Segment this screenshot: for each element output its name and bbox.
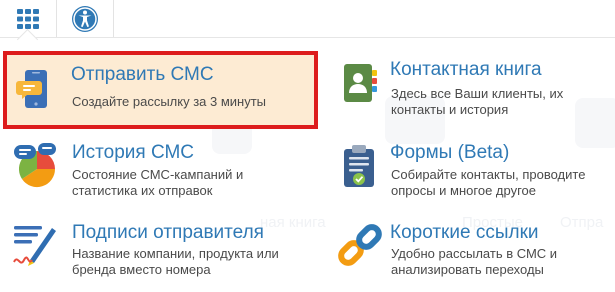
menu-item-description: Собирайте контакты, проводите опросы и м… [391,167,586,198]
apps-dropdown-panel: ная книга Простые Отпра Отправить СМС Со… [0,37,615,292]
menu-item-sender-signatures[interactable]: Подписи отправителя Название компании, п… [10,220,310,288]
menu-item-short-links[interactable]: Короткие ссылки Удобно рассылать в СМС и… [333,220,613,288]
menu-item-send-sms[interactable]: Отправить СМС Создайте рассылку за 3 мин… [3,51,318,129]
menu-item-title: Формы (Beta) [390,142,510,163]
menu-item-description: Название компании, продукта или бренда в… [72,246,279,277]
grid-apps-icon [17,8,39,29]
menu-item-forms[interactable]: Формы (Beta) Собирайте контакты, проводи… [333,139,613,207]
menu-item-description: Создайте рассылку за 3 минуты [72,94,267,109]
forms-clipboard-icon [344,145,374,187]
menu-item-sms-history[interactable]: История СМС Состояние СМС-кампаний и ста… [10,139,310,207]
contact-book-icon [344,64,377,102]
accessibility-icon [72,5,98,32]
menu-item-title: Короткие ссылки [390,222,539,243]
sms-history-pie-icon [14,143,56,188]
menu-item-contact-book[interactable]: Контактная книга Здесь все Ваши клиенты,… [333,55,613,123]
menu-item-description: Здесь все Ваши клиенты, их контакты и ис… [391,86,564,117]
short-links-chain-icon [338,224,382,266]
top-toolbar [0,0,615,38]
menu-item-title: Контактная книга [390,59,542,80]
accessibility-button[interactable] [57,0,114,37]
sms-phone-icon [16,70,47,108]
sender-signature-icon [13,226,56,266]
menu-item-title: История СМС [72,142,195,163]
menu-item-title: Отправить СМС [71,64,214,85]
menu-item-description: Состояние СМС-кампаний и статистика их о… [72,167,244,198]
menu-item-description: Удобно рассылать в СМС и анализировать п… [391,246,558,277]
menu-item-title: Подписи отправителя [72,222,264,243]
